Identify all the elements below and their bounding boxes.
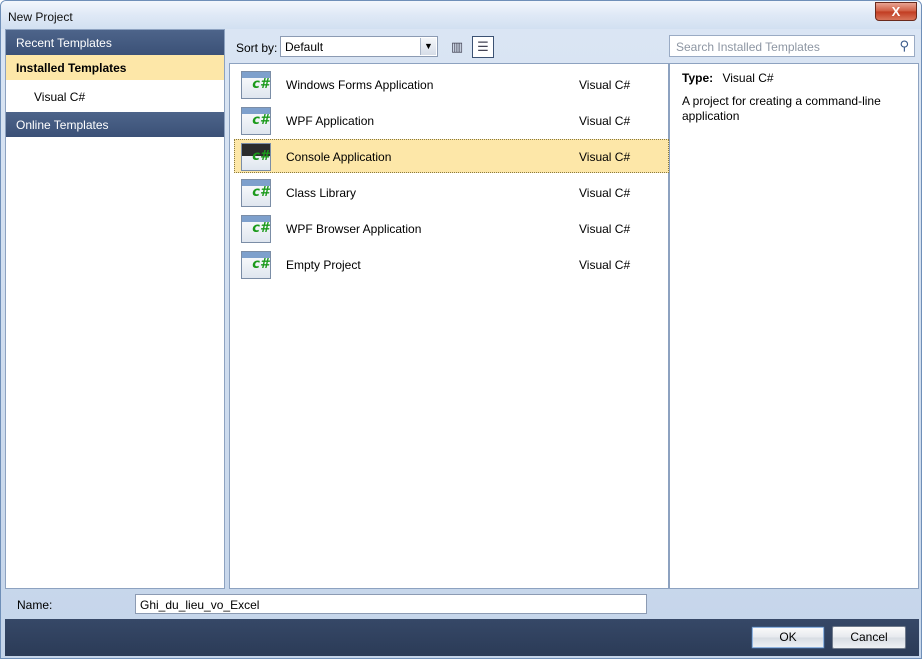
- type-value: Visual C#: [722, 71, 774, 85]
- template-description: A project for creating a command-line ap…: [682, 94, 881, 123]
- category-recent-templates[interactable]: Recent Templates: [6, 30, 224, 55]
- close-button[interactable]: X: [875, 2, 917, 21]
- template-language: Visual C#: [579, 258, 631, 272]
- sort-by-select[interactable]: Default ▼: [280, 36, 438, 57]
- sort-by-label: Sort by:: [236, 41, 278, 55]
- list-view-icon: ☰: [477, 39, 489, 54]
- template-item-console-application[interactable]: c# Console Application Visual C#: [234, 139, 669, 173]
- category-label: Visual C#: [34, 90, 86, 104]
- template-name: WPF Application: [286, 114, 375, 128]
- template-item-class-library[interactable]: c# Class Library Visual C#: [234, 175, 669, 209]
- template-name: Empty Project: [286, 258, 361, 272]
- template-item-wpf-application[interactable]: c# WPF Application Visual C#: [234, 103, 669, 137]
- sort-by-value: Default: [285, 40, 324, 54]
- template-language: Visual C#: [579, 222, 631, 236]
- type-label: Type:: [682, 71, 714, 85]
- template-type: Type: Visual C#: [682, 71, 774, 85]
- template-categories-panel: Recent Templates Installed Templates Vis…: [5, 29, 225, 589]
- name-label: Name:: [17, 598, 53, 612]
- template-list: c# Windows Forms Application Visual C# c…: [229, 63, 669, 589]
- template-item-windows-forms[interactable]: c# Windows Forms Application Visual C#: [234, 67, 669, 101]
- category-online-templates[interactable]: Online Templates: [6, 112, 224, 137]
- new-project-dialog: New Project X Recent Templates Installed…: [0, 0, 922, 659]
- small-icons-view-button[interactable]: ▥: [446, 36, 468, 58]
- ok-button[interactable]: OK: [751, 626, 825, 649]
- csharp-console-icon: c#: [241, 143, 271, 171]
- category-visual-csharp[interactable]: Visual C#: [6, 84, 224, 109]
- category-installed-templates[interactable]: Installed Templates: [6, 55, 224, 80]
- cancel-button[interactable]: Cancel: [832, 626, 906, 649]
- template-details-panel: Type: Visual C# A project for creating a…: [669, 63, 919, 589]
- csharp-empty-project-icon: c#: [241, 251, 271, 279]
- project-name-input[interactable]: Ghi_du_lieu_vo_Excel: [135, 594, 647, 614]
- category-label: Online Templates: [16, 118, 109, 132]
- chevron-down-icon[interactable]: ▼: [420, 38, 436, 55]
- template-language: Visual C#: [579, 150, 631, 164]
- template-name: Windows Forms Application: [286, 78, 434, 92]
- small-icons-view-icon: ▥: [450, 39, 464, 54]
- list-view-button[interactable]: ☰: [472, 36, 494, 58]
- template-language: Visual C#: [579, 114, 631, 128]
- template-name: Class Library: [286, 186, 357, 200]
- search-placeholder: Search Installed Templates: [676, 40, 820, 54]
- template-language: Visual C#: [579, 186, 631, 200]
- csharp-wpf-browser-icon: c#: [241, 215, 271, 243]
- project-name-value: Ghi_du_lieu_vo_Excel: [140, 598, 260, 612]
- title-bar: New Project X: [1, 1, 921, 29]
- template-name: WPF Browser Application: [286, 222, 422, 236]
- close-icon: X: [891, 4, 901, 19]
- search-icon[interactable]: ⚲: [899, 38, 909, 54]
- template-language: Visual C#: [579, 78, 631, 92]
- category-label: Installed Templates: [16, 61, 127, 75]
- csharp-wpf-icon: c#: [241, 107, 271, 135]
- csharp-class-library-icon: c#: [241, 179, 271, 207]
- csharp-winforms-icon: c#: [241, 71, 271, 99]
- template-item-empty-project[interactable]: c# Empty Project Visual C#: [234, 247, 669, 281]
- template-item-wpf-browser-application[interactable]: c# WPF Browser Application Visual C#: [234, 211, 669, 245]
- sort-toolbar: Sort by: Default ▼ ▥ ☰: [229, 33, 665, 61]
- window-title: New Project: [8, 10, 73, 24]
- template-name: Console Application: [286, 150, 392, 164]
- search-templates-input[interactable]: Search Installed Templates ⚲: [669, 35, 915, 57]
- category-label: Recent Templates: [16, 36, 112, 50]
- dialog-button-bar: OK Cancel: [5, 619, 919, 656]
